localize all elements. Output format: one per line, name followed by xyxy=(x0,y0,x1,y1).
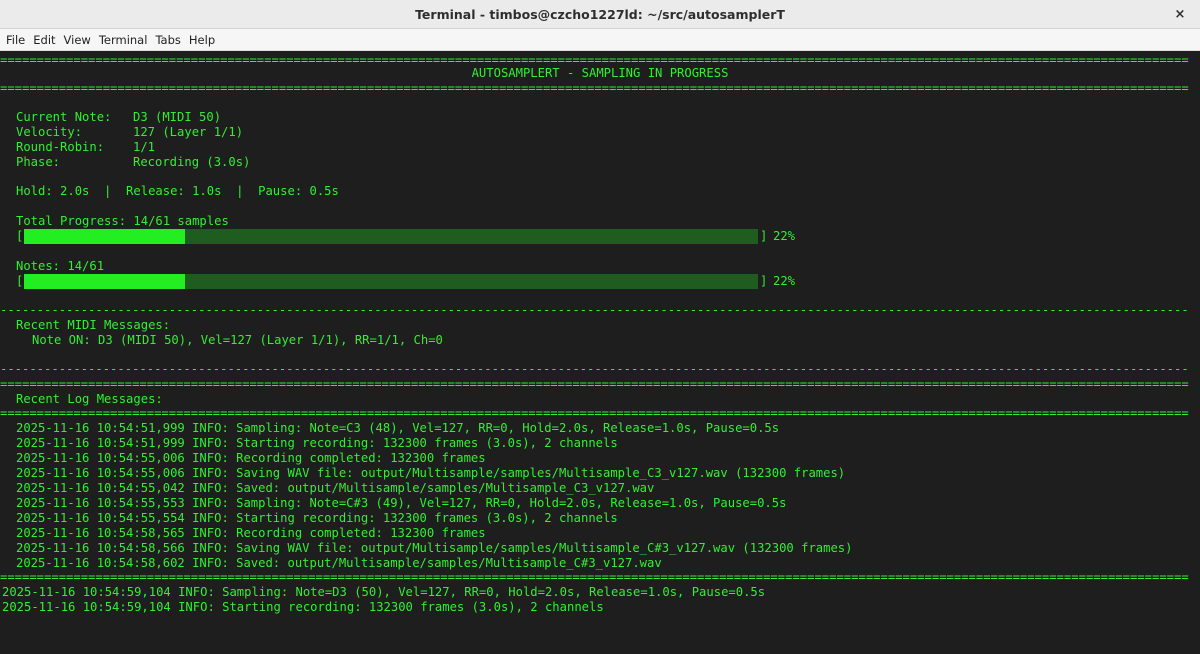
log-line: 2025-11-16 10:54:58,566 INFO: Saving WAV… xyxy=(16,541,853,555)
menu-bar: File Edit View Terminal Tabs Help xyxy=(0,29,1200,51)
log-line: 2025-11-16 10:54:55,006 INFO: Saving WAV… xyxy=(16,466,846,480)
total-progress-close-bracket: ] xyxy=(760,229,768,243)
menu-terminal[interactable]: Terminal xyxy=(95,29,152,50)
total-progress-fill xyxy=(24,229,186,244)
menu-help[interactable]: Help xyxy=(185,29,219,50)
notes-progress-label: Notes: 14/61 xyxy=(16,259,105,273)
timing-summary: Hold: 2.0s | Release: 1.0s | Pause: 0.5s xyxy=(16,184,339,198)
log-line: 2025-11-16 10:54:55,042 INFO: Saved: out… xyxy=(16,481,655,495)
notes-progress-bar xyxy=(24,274,758,289)
menu-tabs[interactable]: Tabs xyxy=(151,29,184,50)
log-line: 2025-11-16 10:54:51,999 INFO: Starting r… xyxy=(16,436,618,450)
total-progress-bar xyxy=(24,229,758,244)
log-heading: Recent Log Messages: xyxy=(16,392,163,406)
window-title: Terminal - timbos@czcho1227ld: ~/src/aut… xyxy=(415,7,785,22)
notes-progress-open-bracket: [ xyxy=(16,274,24,288)
log-line: 2025-11-16 10:54:51,999 INFO: Sampling: … xyxy=(16,421,780,435)
notes-progress-close-bracket: ] xyxy=(760,274,768,288)
terminal-area[interactable]: ========================================… xyxy=(0,51,1200,654)
round-robin-value: 1/1 xyxy=(133,140,156,154)
notes-progress-fill xyxy=(24,274,186,289)
current-note-value: D3 (MIDI 50) xyxy=(133,110,222,124)
velocity-value: 127 (Layer 1/1) xyxy=(133,125,244,139)
log-line: 2025-11-16 10:54:55,554 INFO: Starting r… xyxy=(16,511,618,525)
round-robin-label: Round-Robin: xyxy=(16,140,105,154)
total-progress-label: Total Progress: 14/61 samples xyxy=(16,214,229,228)
double-rule: ========================================… xyxy=(0,81,1189,95)
log-line: 2025-11-16 10:54:55,006 INFO: Recording … xyxy=(16,451,486,465)
current-note-label: Current Note: xyxy=(16,110,112,124)
dashed-rule: ----------------------------------------… xyxy=(0,362,1189,376)
dashed-rule: ----------------------------------------… xyxy=(0,303,1189,317)
phase-label: Phase: xyxy=(16,155,61,169)
menu-file[interactable]: File xyxy=(2,29,29,50)
menu-edit[interactable]: Edit xyxy=(29,29,59,50)
midi-heading: Recent MIDI Messages: xyxy=(16,318,171,332)
velocity-label: Velocity: xyxy=(16,125,83,139)
notes-progress-percent: 22% xyxy=(773,274,796,288)
total-progress-percent: 22% xyxy=(773,229,796,243)
double-rule: ========================================… xyxy=(0,570,1189,584)
double-rule: ========================================… xyxy=(0,406,1189,420)
phase-value: Recording (3.0s) xyxy=(133,155,251,169)
log-line: 2025-11-16 10:54:55,553 INFO: Sampling: … xyxy=(16,496,787,510)
double-rule: ========================================… xyxy=(0,377,1189,391)
window-titlebar[interactable]: Terminal - timbos@czcho1227ld: ~/src/aut… xyxy=(0,0,1200,29)
total-progress-open-bracket: [ xyxy=(16,229,24,243)
log-line: 2025-11-16 10:54:58,565 INFO: Recording … xyxy=(16,526,486,540)
header-title: AUTOSAMPLERT - SAMPLING IN PROGRESS xyxy=(471,66,729,80)
log-line: 2025-11-16 10:54:58,602 INFO: Saved: out… xyxy=(16,556,662,570)
menu-view[interactable]: View xyxy=(60,29,95,50)
output-line: 2025-11-16 10:54:59,104 INFO: Sampling: … xyxy=(2,585,766,599)
midi-message: Note ON: D3 (MIDI 50), Vel=127 (Layer 1/… xyxy=(32,333,443,347)
close-icon[interactable]: × xyxy=(1170,5,1190,25)
output-line: 2025-11-16 10:54:59,104 INFO: Starting r… xyxy=(2,600,604,614)
